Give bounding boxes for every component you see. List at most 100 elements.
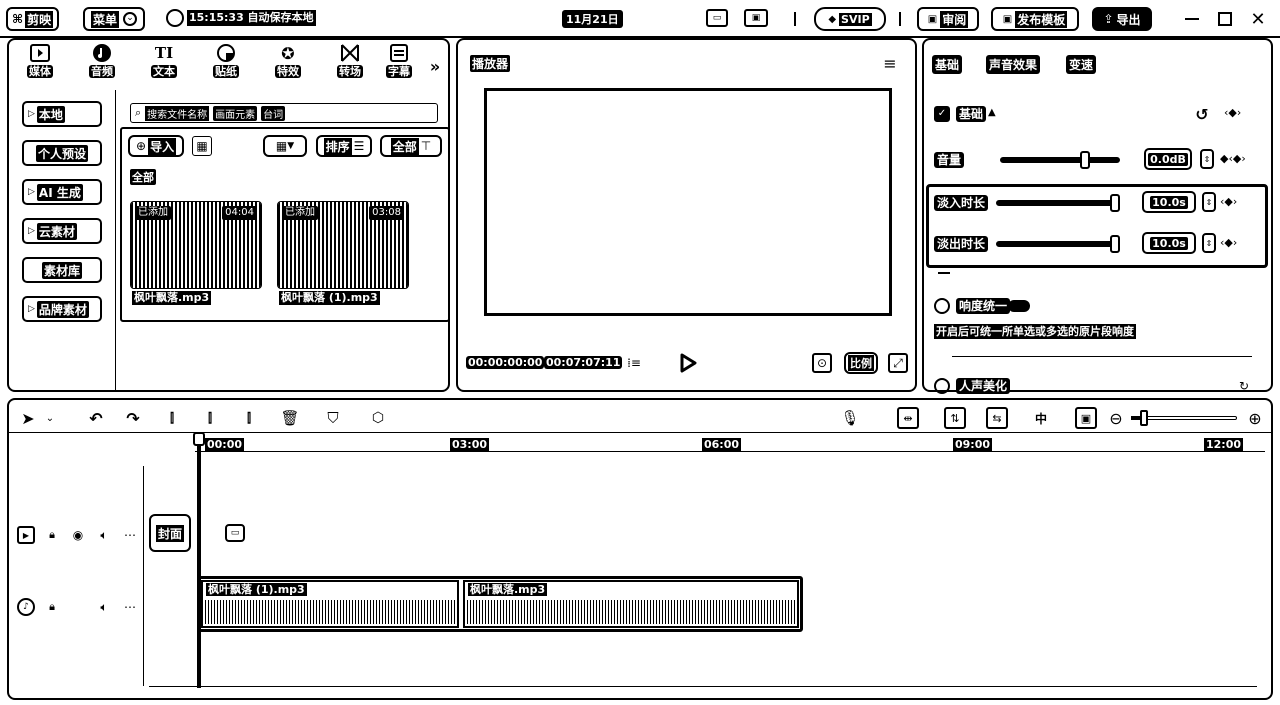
timeline-hscroll[interactable] bbox=[149, 686, 1257, 687]
playhead-handle[interactable] bbox=[193, 432, 205, 446]
tab-transition[interactable]: 转场 bbox=[323, 42, 377, 78]
search-chip[interactable]: 画面元素 bbox=[213, 105, 258, 121]
keyframe-icon[interactable]: ‹◆› bbox=[1224, 106, 1241, 119]
audio-clip[interactable]: 枫叶飘落.mp3 bbox=[463, 580, 799, 628]
split-left-icon[interactable]: ⫿ bbox=[199, 407, 221, 429]
minimize-icon[interactable] bbox=[1182, 9, 1202, 29]
lock-icon[interactable]: 🔒︎ bbox=[43, 526, 61, 544]
keyframe-icon[interactable]: ◆‹◆› bbox=[1220, 152, 1246, 165]
add-media-icon[interactable]: ▭ bbox=[225, 524, 245, 542]
lock-icon[interactable]: 🔒︎ bbox=[43, 598, 61, 616]
center-split-icon[interactable]: 中 bbox=[1030, 407, 1052, 429]
review-button[interactable]: ▣ 审阅 bbox=[917, 7, 979, 31]
fadein-input[interactable]: 10.0s bbox=[1142, 191, 1196, 213]
zoom-in-icon[interactable]: ⊕ bbox=[1244, 407, 1266, 429]
fadeout-slider[interactable] bbox=[996, 241, 1118, 247]
filter-button[interactable]: 全部 ⊤ bbox=[380, 135, 442, 157]
delete-icon[interactable]: 🗑︎ bbox=[279, 407, 301, 429]
tab-subtitle[interactable]: 字幕 bbox=[385, 42, 413, 78]
more-icon[interactable]: ⋯ bbox=[121, 526, 139, 544]
fadein-slider-knob[interactable] bbox=[1110, 194, 1120, 212]
more-icon[interactable]: ⋯ bbox=[121, 598, 139, 616]
eye-icon[interactable]: ◉ bbox=[69, 526, 87, 544]
search-chip[interactable]: 台词 bbox=[261, 105, 286, 121]
sidebar-item-library[interactable]: 素材库 bbox=[22, 257, 102, 283]
tab-basic[interactable]: 基础 bbox=[932, 55, 963, 74]
keyboard-shortcut-icon[interactable]: ▭ bbox=[706, 9, 728, 27]
svip-button[interactable]: ◆ SVIP bbox=[814, 7, 886, 31]
search-input[interactable]: 搜索文件名称 bbox=[145, 105, 210, 121]
volume-input[interactable]: 0.0dB bbox=[1144, 148, 1192, 170]
sidebar-item-ai[interactable]: ▷ AI 生成 bbox=[22, 179, 102, 205]
sidebar-item-brand[interactable]: ▷ 品牌素材 bbox=[22, 296, 102, 322]
tab-effects[interactable]: ✪ 特效 bbox=[261, 42, 315, 78]
markers-icon[interactable]: ⁞≡ bbox=[624, 353, 644, 373]
chevron-up-icon[interactable]: ▲ bbox=[988, 107, 996, 118]
reset-icon[interactable]: ↺ bbox=[1192, 104, 1212, 124]
screenshot-icon[interactable]: ▣ bbox=[1075, 407, 1097, 429]
fadeout-slider-knob[interactable] bbox=[1110, 235, 1120, 253]
linkage-icon[interactable]: ⇅ bbox=[944, 407, 966, 429]
split-icon[interactable]: ⫿ bbox=[161, 407, 183, 429]
tab-audio[interactable]: 音频 bbox=[75, 42, 129, 78]
speaker-icon[interactable]: 🔈︎ bbox=[95, 526, 113, 544]
category-label[interactable]: 全部 bbox=[130, 169, 156, 185]
publish-template-button[interactable]: ▣ 发布模板 bbox=[991, 7, 1079, 31]
fadeout-input[interactable]: 10.0s bbox=[1142, 232, 1196, 254]
fullscreen-icon[interactable]: ⤢ bbox=[888, 353, 908, 373]
export-button[interactable]: ⇪ 导出 bbox=[1092, 7, 1152, 31]
stepper-icon[interactable]: ⇕ bbox=[1200, 149, 1214, 169]
sidebar-item-cloud[interactable]: ▷ 云素材 bbox=[22, 218, 102, 244]
select-pointer-icon[interactable]: ➤ bbox=[17, 407, 39, 429]
import-button[interactable]: ⊕ 导入 bbox=[128, 135, 185, 157]
layout-icon[interactable]: ▣ bbox=[744, 9, 768, 27]
sidebar-item-presets[interactable]: 个人预设 bbox=[22, 140, 102, 166]
redo-icon[interactable]: ↷ bbox=[122, 407, 144, 429]
sidebar-item-local[interactable]: ▷ 本地 bbox=[22, 101, 102, 127]
preview-axis-icon[interactable]: ⇆ bbox=[986, 407, 1008, 429]
stepper-icon[interactable]: ⇕ bbox=[1202, 233, 1216, 253]
more-tabs-icon[interactable]: » bbox=[425, 56, 445, 76]
view-mode-button[interactable]: ▦ ▼ bbox=[263, 135, 307, 157]
project-title[interactable]: 11月21日 bbox=[562, 10, 623, 28]
auto-snap-icon[interactable]: ⇹ bbox=[897, 407, 919, 429]
toggle-switch[interactable] bbox=[1008, 300, 1030, 312]
tab-sound-effects[interactable]: 声音效果 bbox=[986, 55, 1041, 74]
voice-checkbox[interactable] bbox=[934, 378, 950, 394]
hamburger-menu-icon[interactable]: ≡ bbox=[880, 53, 900, 73]
app-logo-button[interactable]: ⌘ 剪映 bbox=[6, 7, 60, 31]
zoom-slider-knob[interactable] bbox=[1140, 410, 1148, 426]
volume-slider-knob[interactable] bbox=[1080, 151, 1090, 169]
split-right-icon[interactable]: ⫿ bbox=[238, 407, 260, 429]
sort-button[interactable]: 排序 ☰ bbox=[316, 135, 372, 157]
zoom-out-icon[interactable]: ⊖ bbox=[1105, 407, 1127, 429]
play-icon[interactable] bbox=[678, 353, 698, 373]
maximize-icon[interactable] bbox=[1215, 9, 1235, 29]
tab-sticker[interactable]: 贴纸 bbox=[199, 42, 253, 78]
badge-icon[interactable]: ⬡ bbox=[367, 407, 389, 429]
keyframe-icon[interactable]: ‹◆› bbox=[1220, 236, 1237, 249]
tab-media[interactable]: 媒体 bbox=[13, 42, 67, 78]
search-bar[interactable]: ⌕ 搜索文件名称 画面元素 台词 bbox=[130, 103, 438, 123]
keyframe-icon[interactable]: ‹◆› bbox=[1220, 195, 1237, 208]
microphone-icon[interactable]: 🎙︎ bbox=[839, 407, 861, 429]
media-item[interactable]: 已添加 04:04 bbox=[130, 201, 262, 289]
tab-text[interactable]: TI 文本 bbox=[137, 42, 191, 78]
playhead[interactable] bbox=[197, 432, 201, 688]
refresh-icon[interactable]: ↻ bbox=[1234, 376, 1254, 396]
cover-button[interactable]: 封面 bbox=[149, 514, 191, 552]
basic-checkbox[interactable]: ✓ bbox=[934, 106, 950, 122]
ratio-button[interactable]: 比例 bbox=[844, 352, 878, 374]
stepper-icon[interactable]: ⇕ bbox=[1202, 192, 1216, 212]
media-item[interactable]: 已添加 03:08 bbox=[277, 201, 409, 289]
volume-slider[interactable] bbox=[1000, 157, 1120, 163]
shield-icon[interactable]: ⛉ bbox=[322, 407, 344, 429]
menu-button[interactable]: 菜单 ⌄ bbox=[83, 7, 146, 31]
speaker-icon[interactable]: 🔈︎ bbox=[95, 598, 113, 616]
grid-view-icon[interactable]: ▦ bbox=[192, 136, 212, 156]
tab-speed[interactable]: 变速 bbox=[1066, 55, 1097, 74]
audio-clip[interactable]: 枫叶飘落 (1).mp3 bbox=[201, 580, 459, 628]
fadein-slider[interactable] bbox=[996, 200, 1118, 206]
loudness-checkbox[interactable] bbox=[934, 298, 950, 314]
focus-icon[interactable]: ⊙ bbox=[812, 353, 832, 373]
